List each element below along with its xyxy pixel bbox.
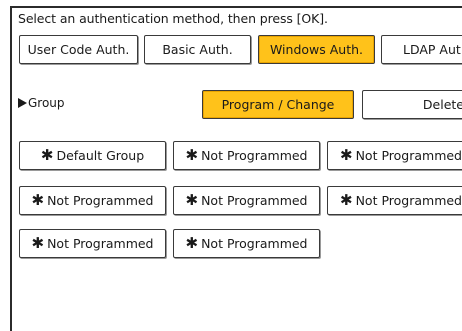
asterisk-icon: ✱ [340,191,353,209]
tab-user-code-auth[interactable]: User Code Auth. [19,35,138,64]
group-slot-6[interactable]: ✱ Not Programmed [327,186,462,215]
group-slot-8[interactable]: ✱ Not Programmed [173,229,320,258]
asterisk-icon: ✱ [31,234,45,252]
group-label-text: Group [28,96,65,110]
asterisk-icon: ✱ [340,146,353,164]
tab-ldap-auth[interactable]: LDAP Aut [381,35,462,64]
group-slot-label: Not Programmed [355,148,462,163]
asterisk-icon: ✱ [185,191,199,209]
auth-screen: Select an authentication method, then pr… [0,0,462,331]
group-slot-label: Default Group [56,148,145,163]
group-slot-4[interactable]: ✱ Not Programmed [19,186,166,215]
tab-label: Windows Auth. [269,42,364,57]
tab-label: LDAP Aut [403,42,461,57]
program-change-button[interactable]: Program / Change [202,90,354,119]
group-slot-label: Not Programmed [47,193,154,208]
asterisk-icon: ✱ [31,191,45,209]
tab-basic-auth[interactable]: Basic Auth. [144,35,251,64]
triangle-right-icon [18,98,27,108]
delete-button[interactable]: Delete [362,90,462,119]
instruction-text: Select an authentication method, then pr… [18,11,328,26]
group-section-label: Group [18,96,65,110]
group-slot-label: Not Programmed [201,236,308,251]
group-slot-5[interactable]: ✱ Not Programmed [173,186,320,215]
group-slot-7[interactable]: ✱ Not Programmed [19,229,166,258]
group-slot-label: Not Programmed [201,193,308,208]
tab-label: Basic Auth. [162,42,233,57]
group-slot-2[interactable]: ✱ Not Programmed [173,141,320,170]
group-slot-1[interactable]: ✱ Default Group [19,141,166,170]
asterisk-icon: ✱ [185,146,199,164]
tab-windows-auth[interactable]: Windows Auth. [258,35,375,64]
group-slot-3[interactable]: ✱ Not Programmed [327,141,462,170]
program-change-label: Program / Change [221,97,335,112]
asterisk-icon: ✱ [40,146,54,164]
delete-label: Delete [422,97,462,112]
asterisk-icon: ✱ [185,234,199,252]
group-slot-label: Not Programmed [47,236,154,251]
group-slot-label: Not Programmed [201,148,308,163]
group-slot-label: Not Programmed [355,193,462,208]
tab-label: User Code Auth. [27,42,130,57]
